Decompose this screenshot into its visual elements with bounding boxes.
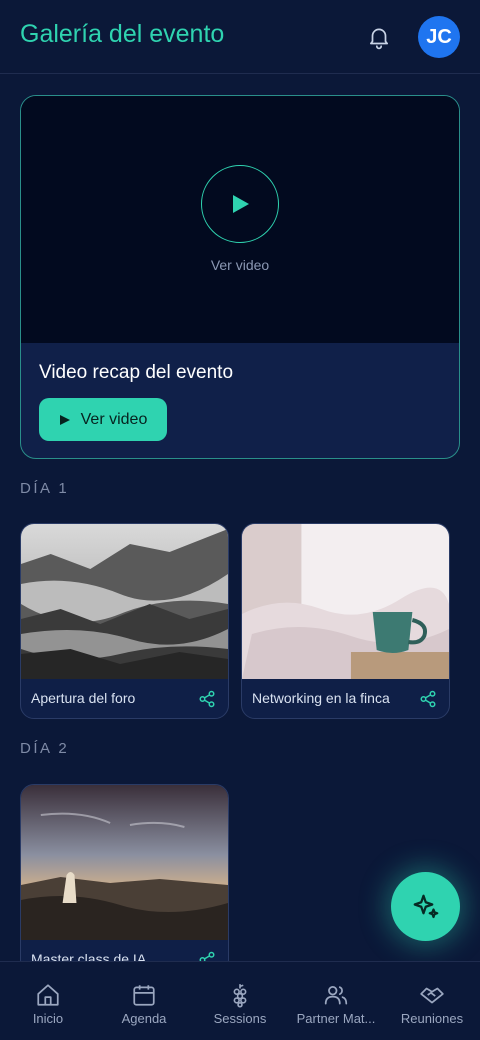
- watch-video-button[interactable]: Ver video: [39, 398, 167, 441]
- avatar[interactable]: JC: [418, 16, 460, 58]
- nav-label: Partner Mat...: [296, 1011, 376, 1026]
- sparkles-icon: [413, 894, 438, 918]
- play-icon[interactable]: [201, 165, 279, 243]
- home-icon: [37, 984, 59, 1006]
- video-recap-card: Ver video Video recap del evento Ver vid…: [20, 95, 460, 459]
- nav-item-inicio[interactable]: Inicio: [0, 962, 96, 1040]
- photo-card[interactable]: Networking en la finca: [241, 523, 450, 719]
- grapes-icon: [233, 984, 247, 1008]
- watch-video-label: Ver video: [80, 410, 148, 428]
- nav-label: Agenda: [121, 1011, 167, 1026]
- day-1-heading: DÍA 1: [20, 480, 70, 497]
- play-icon: [59, 414, 70, 425]
- nav-label: Reuniones: [400, 1011, 464, 1026]
- photo-caption: Apertura del foro: [31, 690, 136, 706]
- app-header: Galería del evento JC: [0, 0, 480, 74]
- nav-item-reuniones[interactable]: Reuniones: [384, 962, 480, 1040]
- day-2-heading: DÍA 2: [20, 740, 70, 757]
- photo-card[interactable]: Master class de IA: [20, 784, 229, 974]
- video-caption: Ver video: [210, 257, 270, 273]
- nav-item-sessions[interactable]: Sessions: [192, 962, 288, 1040]
- share-icon[interactable]: [198, 690, 216, 708]
- photo-thumbnail[interactable]: [21, 524, 228, 679]
- photo-thumbnail[interactable]: [242, 524, 449, 679]
- video-title: Video recap del evento: [39, 362, 234, 383]
- bell-icon[interactable]: [366, 24, 392, 50]
- nav-label: Inicio: [32, 1011, 64, 1026]
- nav-item-agenda[interactable]: Agenda: [96, 962, 192, 1040]
- photo-card[interactable]: Apertura del foro: [20, 523, 229, 719]
- nav-item-partner-matching[interactable]: Partner Mat...: [288, 962, 384, 1040]
- nav-label: Sessions: [213, 1011, 267, 1026]
- ai-assistant-button[interactable]: [391, 872, 460, 941]
- bottom-nav: Inicio Agenda Sessions Partner Mat... Re…: [0, 961, 480, 1039]
- video-player[interactable]: Ver video: [21, 96, 459, 343]
- photo-caption: Networking en la finca: [252, 690, 390, 706]
- page-title: Galería del evento: [20, 20, 225, 48]
- handshake-icon: [420, 987, 444, 1004]
- share-icon[interactable]: [419, 690, 437, 708]
- calendar-icon: [133, 985, 155, 1006]
- photo-thumbnail[interactable]: [21, 785, 228, 940]
- people-icon: [324, 986, 348, 1005]
